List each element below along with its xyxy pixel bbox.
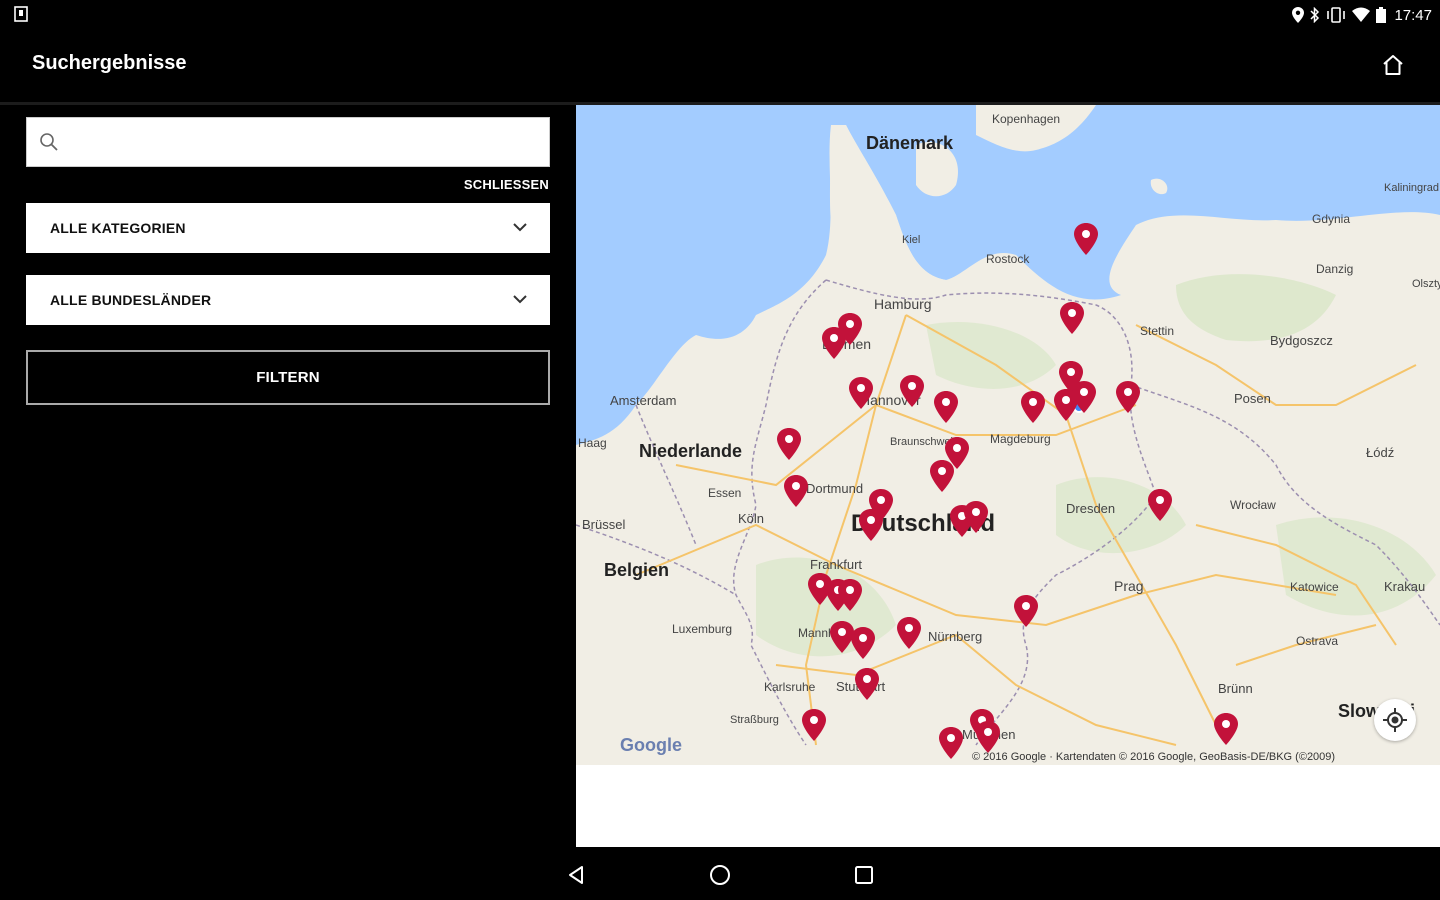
search-box[interactable]: [26, 117, 550, 167]
navigation-bar: [0, 847, 1440, 900]
state-select[interactable]: ALLE BUNDESLÄNDER: [26, 275, 550, 325]
map-label-city: Kiel: [902, 234, 920, 246]
map-label-city: Bydgoszcz: [1270, 333, 1333, 348]
map-label-netherlands: Niederlande: [639, 441, 742, 461]
google-attribution: Google: [620, 735, 682, 755]
map-label-city: Danzig: [1316, 262, 1353, 276]
chevron-down-icon: [513, 295, 527, 304]
map-label-belgium: Belgien: [604, 560, 669, 580]
home-button[interactable]: [1378, 50, 1408, 80]
recents-square-icon: [855, 866, 873, 884]
map-label-city: Straßburg: [730, 714, 779, 726]
back-triangle-icon: [569, 866, 583, 884]
map-view[interactable]: Dänemark Niederlande Belgien Deutschland…: [576, 105, 1440, 765]
category-select[interactable]: ALLE KATEGORIEN: [26, 203, 550, 253]
map-canvas[interactable]: Dänemark Niederlande Belgien Deutschland…: [576, 105, 1440, 765]
sim-card-icon: [14, 6, 28, 22]
map-label-city: Dresden: [1066, 501, 1115, 516]
map-label-city: Katowice: [1290, 580, 1339, 594]
map-label-city: Amsterdam: [610, 393, 676, 408]
map-label-city: Haag: [578, 436, 607, 450]
wifi-icon: [1352, 7, 1371, 22]
recents-button[interactable]: [850, 861, 878, 889]
filter-button-label: FILTERN: [256, 369, 320, 386]
map-label-city: Magdeburg: [990, 432, 1051, 446]
page-title: Suchergebnisse: [32, 52, 187, 74]
close-button[interactable]: SCHLIESSEN: [464, 177, 549, 192]
map-label-city: Kaliningrad: [1384, 182, 1439, 194]
map-label-city: Luxemburg: [672, 622, 732, 636]
map-label-city: Stettin: [1140, 324, 1174, 338]
home-circle-icon: [710, 865, 730, 885]
map-label-city: Wrocław: [1230, 498, 1276, 512]
chevron-down-icon: [513, 223, 527, 232]
map-label-city: Brüssel: [582, 517, 625, 532]
vibrate-icon: [1327, 7, 1346, 23]
search-input[interactable]: [71, 126, 535, 160]
map-label-denmark: Dänemark: [866, 133, 954, 153]
back-button[interactable]: [562, 861, 590, 889]
app-bar: Suchergebnisse: [0, 30, 1440, 102]
map-label-city: Brünn: [1218, 681, 1253, 696]
map-label-city: Köln: [738, 511, 764, 526]
search-icon: [40, 133, 58, 151]
map-label-city: Krakau: [1384, 579, 1425, 594]
state-select-label: ALLE BUNDESLÄNDER: [50, 292, 212, 308]
my-location-button[interactable]: [1374, 699, 1416, 741]
map-copyright: © 2016 Google · Kartendaten © 2016 Googl…: [972, 751, 1335, 763]
bluetooth-icon: [1310, 7, 1320, 23]
location-icon: [1292, 7, 1305, 23]
home-icon: [1383, 55, 1403, 75]
battery-icon: [1376, 7, 1387, 23]
home-nav-button[interactable]: [706, 861, 734, 889]
filter-panel: SCHLIESSEN ALLE KATEGORIEN ALLE BUNDESLÄ…: [0, 105, 576, 847]
filter-button[interactable]: FILTERN: [26, 350, 550, 405]
map-label-city: Posen: [1234, 391, 1271, 406]
map-label-city: Łódź: [1366, 445, 1394, 460]
map-label-city: Frankfurt: [810, 557, 862, 572]
my-location-icon: [1383, 708, 1407, 732]
map-label-city: Kopenhagen: [992, 112, 1060, 126]
map-label-city: Essen: [708, 486, 741, 500]
category-select-label: ALLE KATEGORIEN: [50, 220, 186, 236]
map-label-city: Hamburg: [874, 296, 932, 312]
map-label-city: Karlsruhe: [764, 680, 816, 694]
map-label-city: Rostock: [986, 252, 1030, 266]
status-time: 17:47: [1394, 6, 1432, 24]
map-label-city: Olsztyn: [1412, 278, 1440, 290]
map-label-city: Nürnberg: [928, 629, 982, 644]
map-label-city: Prag: [1114, 578, 1144, 594]
status-icons: 17:47: [1292, 4, 1432, 26]
results-area: [576, 765, 1440, 847]
map-label-city: Dortmund: [806, 481, 863, 496]
status-bar: 17:47: [0, 0, 1440, 30]
map-label-city: Gdynia: [1312, 212, 1350, 226]
map-label-city: Ostrava: [1296, 634, 1338, 648]
